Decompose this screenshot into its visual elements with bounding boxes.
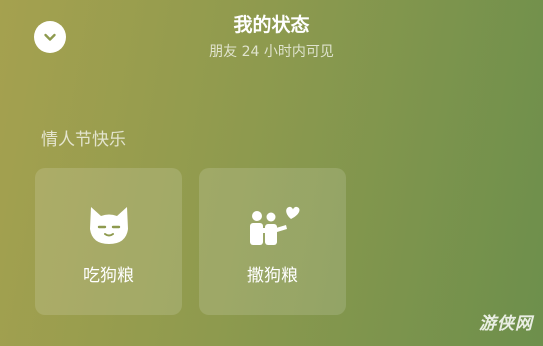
watermark-logo: 游侠网 bbox=[479, 314, 533, 334]
page-title: 我的状态 bbox=[233, 14, 310, 36]
status-card-eat-dog-food[interactable]: 吃狗粮 bbox=[35, 168, 182, 315]
section-label: 情人节快乐 bbox=[41, 130, 126, 150]
card-label: 撒狗粮 bbox=[247, 266, 298, 286]
couple-heart-icon bbox=[249, 206, 299, 245]
visibility-note: 朋友 24 小时内可见 bbox=[209, 44, 334, 60]
card-label: 吃狗粮 bbox=[83, 266, 134, 286]
status-card-spread-dog-food[interactable]: 撒狗粮 bbox=[199, 168, 346, 315]
cat-face-icon bbox=[89, 207, 128, 244]
